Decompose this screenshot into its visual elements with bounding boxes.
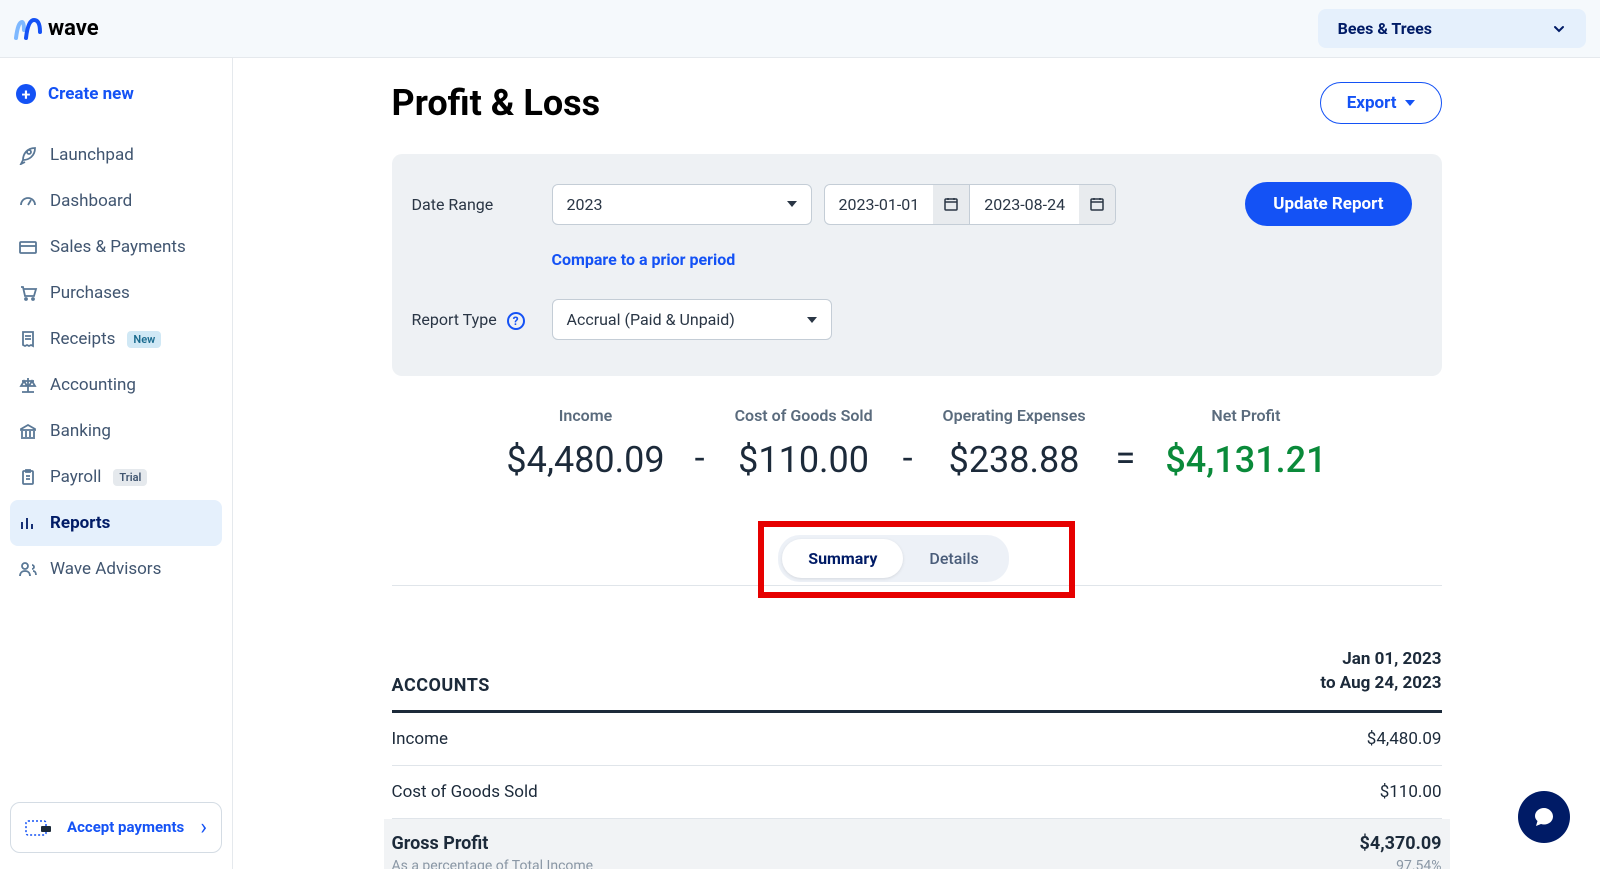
cogs-label: Cost of Goods Sold (735, 406, 873, 425)
trial-badge: Trial (113, 469, 147, 486)
tab-highlight-box: Summary Details (758, 521, 1075, 598)
cart-icon (18, 283, 38, 303)
sidebar-item-launchpad[interactable]: Launchpad (10, 132, 222, 178)
income-value: $4,480.09 (506, 439, 664, 481)
filter-panel: Date Range 2023 2023-01-01 2023-08-24 Up… (392, 154, 1442, 376)
brand-name: wave (48, 16, 99, 41)
sidebar-item-payroll[interactable]: Payroll Trial (10, 454, 222, 500)
chevron-down-icon (1552, 22, 1566, 36)
nav-label: Accounting (50, 375, 136, 395)
chat-button[interactable] (1518, 791, 1570, 843)
clipboard-icon (18, 467, 38, 487)
people-icon (18, 559, 38, 579)
opex-label: Operating Expenses (943, 406, 1086, 425)
sidebar-item-accounting[interactable]: Accounting (10, 362, 222, 408)
export-button[interactable]: Export (1320, 82, 1442, 124)
caret-down-icon (807, 317, 817, 323)
report-type-select[interactable]: Accrual (Paid & Unpaid) (552, 299, 832, 340)
chevron-right-icon: › (200, 815, 207, 840)
receipt-icon (18, 329, 38, 349)
date-range-label: Date Range (412, 195, 552, 214)
tab-details[interactable]: Details (903, 539, 1004, 578)
nav-label: Wave Advisors (50, 559, 161, 579)
rocket-icon (18, 145, 38, 165)
formula-row: Income $4,480.09 - Cost of Goods Sold $1… (392, 376, 1442, 521)
help-icon[interactable]: ? (507, 312, 525, 330)
chat-icon (1532, 805, 1556, 829)
sidebar-item-receipts[interactable]: Receipts New (10, 316, 222, 362)
page-title: Profit & Loss (392, 82, 601, 124)
net-profit-value: $4,131.21 (1165, 439, 1326, 481)
card-icon (18, 237, 38, 257)
sidebar-item-banking[interactable]: Banking (10, 408, 222, 454)
compare-period-link[interactable]: Compare to a prior period (552, 236, 1246, 289)
sidebar-item-advisors[interactable]: Wave Advisors (10, 546, 222, 592)
net-profit-label: Net Profit (1165, 406, 1326, 425)
brand-logo[interactable]: wave (14, 16, 99, 41)
bar-chart-icon (18, 513, 38, 533)
report-type-label: Report Type ? (412, 310, 552, 330)
accept-payments-label: Accept payments (67, 818, 186, 837)
date-range-inputs: 2023-01-01 2023-08-24 (824, 184, 1117, 225)
table-row: Income $4,480.09 (392, 713, 1442, 766)
table-row: Cost of Goods Sold $110.00 (392, 766, 1442, 819)
nav-label: Banking (50, 421, 111, 441)
company-selector[interactable]: Bees & Trees (1318, 9, 1586, 48)
sidebar: + Create new Launchpad Dashboard Sales &… (0, 58, 233, 869)
wave-logo-icon (14, 18, 42, 40)
sidebar-item-sales[interactable]: Sales & Payments (10, 224, 222, 270)
opex-value: $238.88 (943, 439, 1086, 481)
accept-payments-button[interactable]: Accept payments › (10, 802, 222, 853)
bank-icon (18, 421, 38, 441)
accounts-header: ACCOUNTS (392, 675, 490, 696)
minus-operator: - (695, 437, 705, 481)
topbar: wave Bees & Trees (0, 0, 1600, 58)
equals-operator: = (1116, 437, 1136, 481)
sidebar-item-dashboard[interactable]: Dashboard (10, 178, 222, 224)
view-tabs: Summary Details (778, 535, 1009, 582)
update-report-button[interactable]: Update Report (1245, 182, 1411, 226)
start-date-input[interactable]: 2023-01-01 (825, 185, 934, 224)
calendar-icon[interactable] (933, 185, 969, 224)
scales-icon (18, 375, 38, 395)
income-label: Income (506, 406, 664, 425)
content-area: Profit & Loss Export Date Range 2023 202… (233, 58, 1600, 869)
gross-profit-row: Gross Profit As a percentage of Total In… (384, 819, 1450, 869)
plus-circle-icon: + (16, 84, 36, 104)
new-badge: New (127, 331, 161, 348)
tab-summary[interactable]: Summary (782, 539, 903, 578)
nav-label: Launchpad (50, 145, 134, 165)
nav-label: Receipts (50, 329, 115, 349)
create-new-label: Create new (48, 84, 134, 104)
nav-label: Payroll (50, 467, 101, 487)
create-new-button[interactable]: + Create new (10, 74, 222, 114)
cogs-value: $110.00 (735, 439, 873, 481)
payments-icon (25, 818, 53, 838)
caret-down-icon (787, 201, 797, 207)
caret-down-icon (1405, 100, 1415, 106)
nav-label: Purchases (50, 283, 130, 303)
company-name: Bees & Trees (1338, 19, 1432, 38)
end-date-input[interactable]: 2023-08-24 (970, 185, 1079, 224)
minus-operator: - (903, 437, 913, 481)
nav-label: Sales & Payments (50, 237, 186, 257)
calendar-icon[interactable] (1079, 185, 1115, 224)
sidebar-item-reports[interactable]: Reports (10, 500, 222, 546)
sidebar-item-purchases[interactable]: Purchases (10, 270, 222, 316)
accounts-table: ACCOUNTS Jan 01, 2023 to Aug 24, 2023 In… (392, 648, 1442, 869)
nav-label: Reports (50, 513, 110, 533)
gauge-icon (18, 191, 38, 211)
nav-label: Dashboard (50, 191, 132, 211)
year-select[interactable]: 2023 (552, 184, 812, 225)
date-range-header: Jan 01, 2023 to Aug 24, 2023 (1320, 648, 1441, 696)
